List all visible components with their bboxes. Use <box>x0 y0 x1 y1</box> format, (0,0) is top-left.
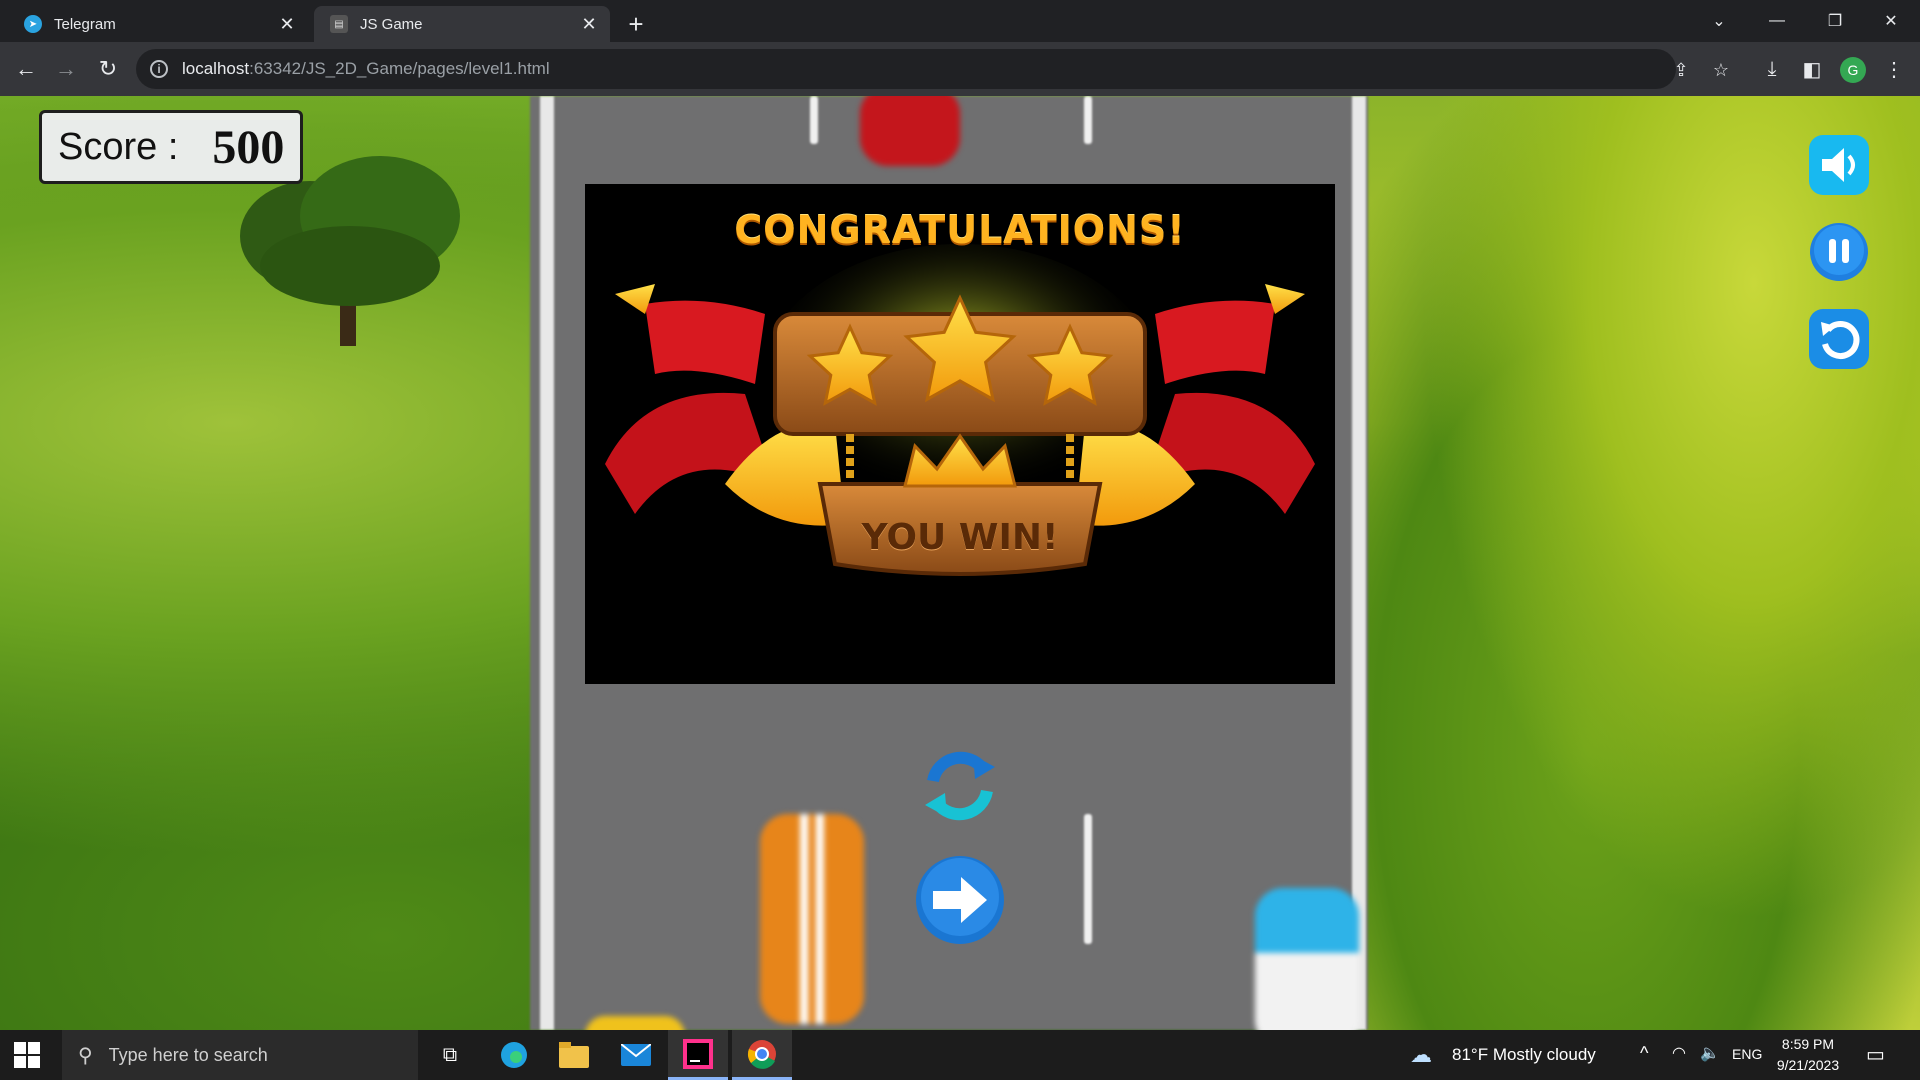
site-info-icon[interactable]: i <box>150 60 168 78</box>
profile-avatar[interactable]: G <box>1840 57 1866 83</box>
intellij-icon[interactable] <box>668 1030 728 1080</box>
sound-icon <box>1809 135 1869 195</box>
url-host: localhost <box>182 59 250 78</box>
next-level-icon <box>916 856 1004 944</box>
back-button[interactable]: ← <box>8 51 44 87</box>
clock-date: 9/21/2023 <box>1776 1057 1840 1073</box>
share-icon[interactable]: ⇪ <box>1670 59 1692 81</box>
weather-text[interactable]: 81°F Mostly cloudy <box>1452 1045 1596 1065</box>
address-bar[interactable]: i localhost:63342/JS_2D_Game/pages/level… <box>136 49 1729 89</box>
file-explorer-icon[interactable] <box>544 1030 604 1080</box>
browser-toolbar: ← → ↻ i localhost:63342/JS_2D_Game/pages… <box>0 42 1920 96</box>
url-path: :63342/JS_2D_Game/pages/level1.html <box>249 59 550 78</box>
restart-button[interactable] <box>1808 308 1870 370</box>
search-icon: ⚲ <box>78 1044 93 1067</box>
side-panel-icon[interactable]: ◧ <box>1800 57 1824 81</box>
replay-icon <box>925 751 995 821</box>
close-tab-icon[interactable]: ✕ <box>274 11 300 37</box>
telegram-icon: ➤ <box>24 15 42 33</box>
tab-search-icon[interactable]: ⌄ <box>1690 0 1748 42</box>
pause-button[interactable] <box>1808 221 1870 283</box>
score-display: Score : 500 <box>39 110 303 184</box>
page-icon: ▤ <box>330 15 348 33</box>
star-3 <box>1026 323 1114 406</box>
weather-icon: ☁ <box>1410 1042 1432 1067</box>
chrome-icon[interactable] <box>732 1030 792 1080</box>
menu-icon[interactable]: ⋮ <box>1882 57 1906 81</box>
score-label: Score : <box>58 125 179 168</box>
bookmark-star-icon[interactable]: ☆ <box>1710 59 1732 81</box>
notifications-icon[interactable]: ▭ <box>1866 1042 1885 1067</box>
star-2 <box>903 294 1017 403</box>
search-placeholder: Type here to search <box>108 1044 268 1065</box>
network-icon[interactable]: ◠ <box>1672 1043 1686 1063</box>
tab-title: JS Game <box>360 15 423 33</box>
download-icon[interactable]: ⤓ <box>1760 57 1784 81</box>
edge-icon[interactable] <box>484 1030 544 1080</box>
game-viewport: Score : 500 CONGRATULATIONS! YOU WIN! <box>0 96 1920 1030</box>
tab-telegram[interactable]: ➤ Telegram ✕ <box>8 6 308 42</box>
close-tab-icon[interactable]: ✕ <box>576 11 602 37</box>
chevron-up-icon[interactable]: ^ <box>1640 1043 1648 1064</box>
orange-player-car <box>760 814 864 1024</box>
reload-button[interactable]: ↻ <box>90 51 126 87</box>
tab-title: Telegram <box>54 15 116 33</box>
red-car <box>860 96 960 166</box>
pause-icon <box>1810 223 1868 281</box>
next-level-button[interactable] <box>914 854 1006 946</box>
clock-time: 8:59 PM <box>1781 1036 1835 1052</box>
mail-icon[interactable] <box>606 1030 666 1080</box>
police-car <box>1255 888 1359 1030</box>
new-tab-button[interactable]: + <box>620 8 652 40</box>
restore-button[interactable]: ❐ <box>1806 0 1864 42</box>
replay-button[interactable] <box>912 738 1008 834</box>
sound-toggle-button[interactable] <box>1808 134 1870 196</box>
taskbar-search[interactable]: ⚲ Type here to search <box>62 1030 418 1080</box>
windows-start-icon[interactable] <box>14 1042 40 1068</box>
tab-js-game[interactable]: ▤ JS Game ✕ <box>314 6 610 42</box>
minimize-button[interactable]: — <box>1748 0 1806 42</box>
you-win-label: YOU WIN! <box>861 517 1059 558</box>
restart-icon <box>1809 309 1869 369</box>
yellow-car <box>585 1016 685 1030</box>
win-panel: CONGRATULATIONS! YOU WIN! <box>585 184 1335 684</box>
system-clock[interactable]: 8:59 PM 9/21/2023 <box>1758 1034 1858 1076</box>
stars-rating <box>806 294 1114 406</box>
score-value: 500 <box>212 120 285 174</box>
browser-tab-strip: ➤ Telegram ✕ ▤ JS Game ✕ + ⌄ — ❐ ✕ <box>0 0 1920 42</box>
forward-button[interactable]: → <box>48 51 84 87</box>
windows-taskbar: ⚲ Type here to search ⧉ ☁ 81°F Mostly cl… <box>0 1030 1920 1080</box>
congratulations-title: CONGRATULATIONS! <box>734 208 1186 252</box>
volume-icon[interactable]: 🔈 <box>1700 1043 1720 1063</box>
task-view-icon[interactable]: ⧉ <box>420 1030 480 1080</box>
star-1 <box>806 323 894 406</box>
close-window-button[interactable]: ✕ <box>1862 0 1920 42</box>
